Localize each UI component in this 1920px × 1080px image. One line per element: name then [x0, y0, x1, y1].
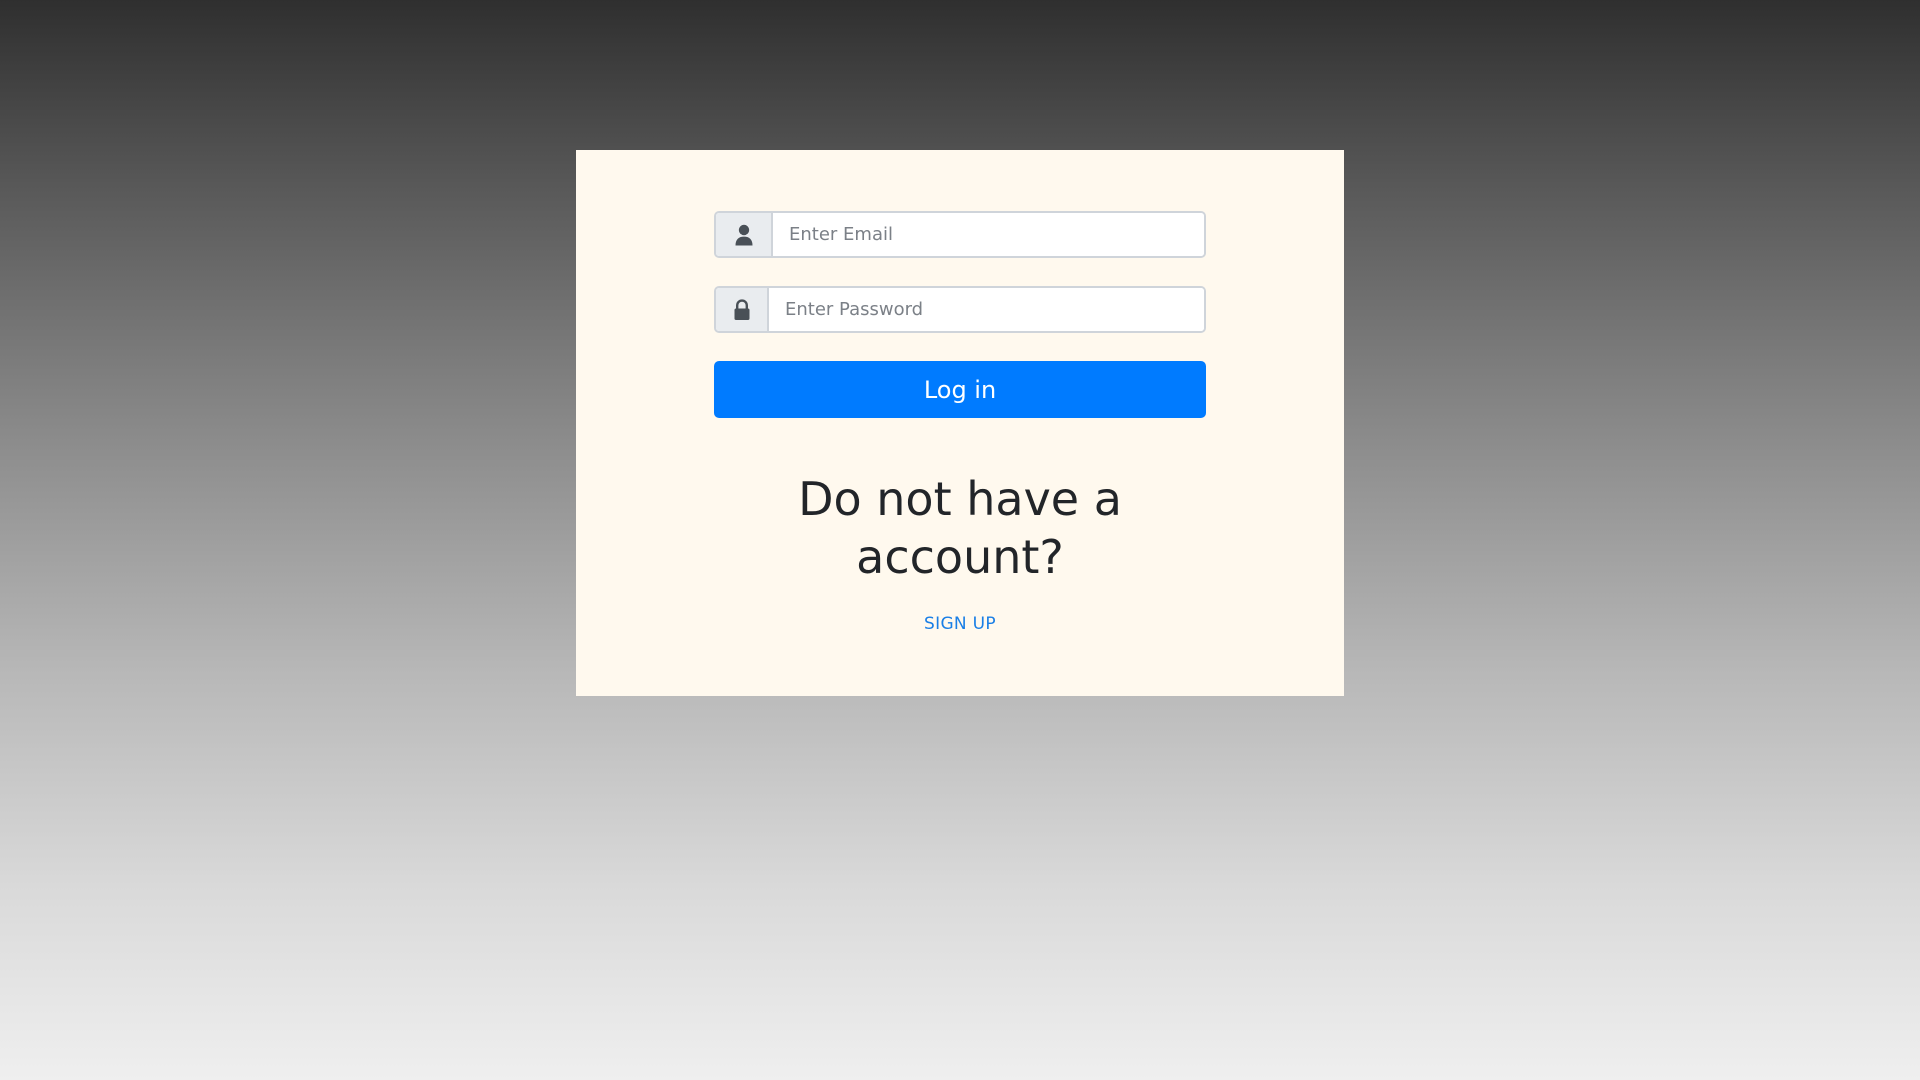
email-input[interactable] [773, 213, 1204, 256]
signup-link[interactable]: SIGN UP [924, 614, 996, 634]
login-card: Log in Do not have a account? SIGN UP [576, 150, 1344, 696]
login-button[interactable]: Log in [714, 361, 1206, 418]
password-input[interactable] [769, 288, 1204, 331]
signup-section: Do not have a account? SIGN UP [576, 470, 1344, 634]
login-form: Log in [714, 211, 1206, 418]
user-icon [716, 213, 773, 256]
lock-icon [716, 288, 769, 331]
password-input-group [714, 286, 1206, 333]
email-input-group [714, 211, 1206, 258]
signup-heading: Do not have a account? [798, 472, 1122, 584]
